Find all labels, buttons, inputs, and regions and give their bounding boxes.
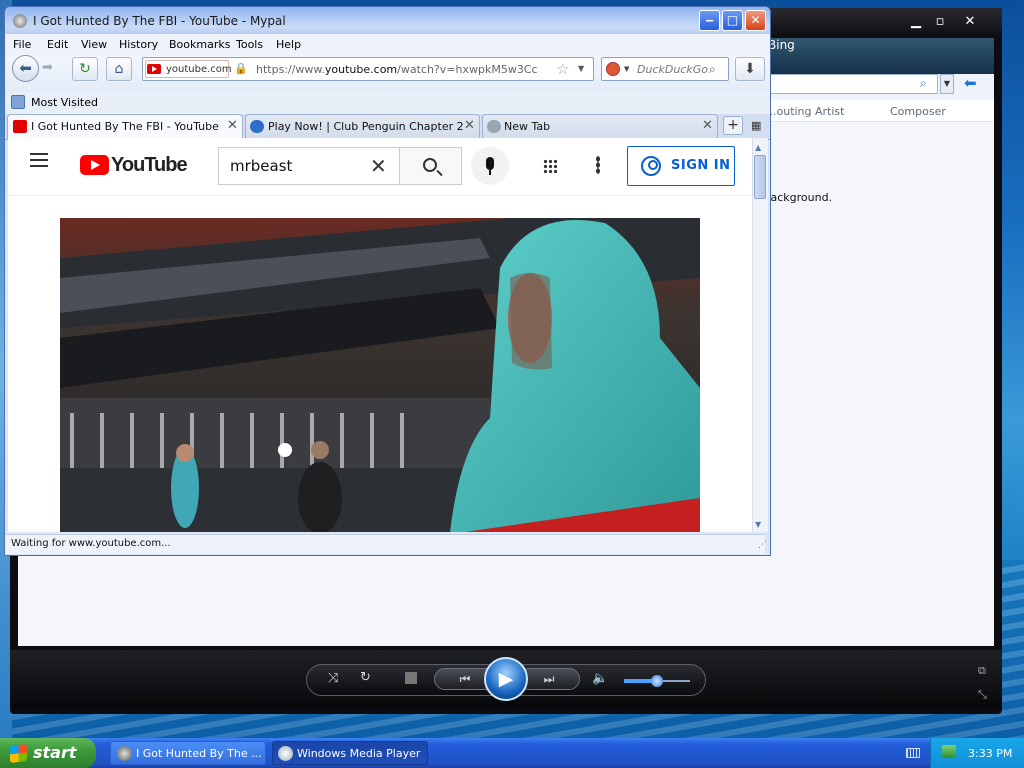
volume-icon[interactable]: 🔈 [592, 671, 608, 686]
youtube-icon [13, 120, 27, 133]
taskbar-item-label: I Got Hunted By The ... [136, 747, 262, 760]
window-title: I Got Hunted By The FBI - YouTube - Mypa… [33, 14, 286, 28]
youtube-favicon-icon [147, 64, 161, 74]
taskbar-item-wmp[interactable]: Windows Media Player [272, 741, 428, 765]
minimize-button[interactable]: ‒ [699, 10, 720, 31]
mypal-icon [13, 14, 27, 28]
tab-youtube[interactable]: I Got Hunted By The FBI - YouTube ✕ [7, 114, 243, 139]
scroll-down-icon[interactable]: ▼ [755, 520, 761, 529]
tab-label: New Tab [504, 120, 551, 133]
bookmark-star-icon[interactable]: ☆ [556, 60, 569, 78]
video-player[interactable] [60, 218, 700, 532]
search-engine-dropdown-icon[interactable]: ▼ [624, 65, 629, 73]
wmp-icon [278, 746, 293, 761]
fullscreen-icon[interactable]: ⤡ [978, 688, 987, 702]
volume-slider-knob[interactable] [651, 675, 663, 687]
chevron-down-icon[interactable]: ▼ [940, 74, 954, 94]
bookmarks-toolbar [5, 92, 770, 114]
penguin-icon [250, 120, 264, 133]
search-engine-placeholder: DuckDuckGo [637, 63, 708, 76]
url-domain: youtube.com [324, 63, 398, 76]
tab-label: Play Now! | Club Penguin Chapter 2 [268, 120, 464, 133]
start-button[interactable]: start [0, 738, 96, 768]
site-identity-label: youtube.com [166, 64, 232, 75]
column-header-contributing-artist[interactable]: ...outing Artist [766, 105, 844, 118]
menu-tools[interactable]: Tools [236, 38, 263, 51]
tab-club-penguin[interactable]: Play Now! | Club Penguin Chapter 2 ✕ [245, 114, 480, 138]
most-visited-bookmark[interactable]: Most Visited [31, 96, 98, 109]
wmp-nav-bing[interactable]: Bing [768, 38, 795, 52]
close-button[interactable]: ✕ [745, 10, 766, 31]
taskbar-item-mypal[interactable]: I Got Hunted By The ... [110, 741, 266, 765]
microphone-icon[interactable] [471, 147, 509, 185]
menu-bookmarks[interactable]: Bookmarks [169, 38, 230, 51]
column-header-composer[interactable]: Composer [890, 105, 946, 118]
youtube-search-button[interactable] [399, 147, 462, 185]
more-options-icon[interactable] [596, 156, 600, 174]
wmp-search-input[interactable] [760, 74, 938, 94]
clear-search-icon[interactable]: ✕ [370, 154, 387, 178]
forward-button[interactable]: ➡ [42, 60, 53, 75]
reload-button[interactable]: ↻ [72, 57, 98, 81]
repeat-icon[interactable]: ↻ [360, 670, 371, 685]
close-tab-icon[interactable]: ✕ [227, 118, 238, 133]
bookmarks-folder-icon [11, 95, 25, 109]
duckduckgo-icon[interactable] [606, 62, 620, 76]
url-path: /watch?v=hxwpkM5w3Cc [397, 63, 538, 76]
mypal-icon [117, 746, 132, 761]
header-divider [8, 195, 752, 196]
shuffle-icon[interactable]: ⤨ [328, 671, 338, 686]
menu-view[interactable]: View [81, 38, 107, 51]
tab-new-tab[interactable]: New Tab ✕ [482, 114, 718, 138]
lock-icon[interactable]: 🔒 [234, 62, 248, 75]
apps-grid-icon[interactable] [543, 159, 558, 174]
url-text[interactable]: https://www.youtube.com/watch?v=hxwpkM5w… [256, 63, 538, 76]
switch-to-library-icon[interactable]: ⧉ [978, 664, 986, 678]
status-text: Waiting for www.youtube.com... [11, 538, 171, 549]
browser-titlebar: I Got Hunted By The FBI - YouTube - Mypa… [5, 7, 770, 35]
wmp-maximize-button[interactable]: ▫ [926, 12, 954, 32]
video-frame-image [60, 218, 700, 532]
hamburger-menu-icon[interactable] [30, 153, 50, 167]
menu-history[interactable]: History [119, 38, 158, 51]
windows-logo-icon [10, 744, 27, 763]
menu-help[interactable]: Help [276, 38, 301, 51]
scrollbar-thumb[interactable] [754, 155, 766, 199]
stop-icon[interactable] [405, 672, 417, 684]
close-tab-icon[interactable]: ✕ [464, 118, 475, 133]
search-icon [423, 158, 437, 172]
network-icon[interactable] [942, 745, 956, 758]
youtube-logo-text[interactable]: YouTube [111, 154, 188, 177]
url-prefix: https://www. [256, 63, 325, 76]
back-arrow-icon[interactable]: ⬅ [964, 74, 977, 92]
back-button[interactable]: ⬅ [12, 55, 39, 82]
menu-edit[interactable]: Edit [47, 38, 68, 51]
clock[interactable]: 3:33 PM [968, 747, 1012, 760]
youtube-search-value[interactable]: mrbeast [230, 157, 292, 175]
maximize-button[interactable]: □ [722, 10, 743, 31]
keyboard-icon[interactable] [906, 748, 920, 758]
taskbar-item-label: Windows Media Player [297, 747, 421, 760]
play-icon[interactable]: ▶ [484, 657, 528, 701]
resize-grip-icon[interactable]: ⋰ [758, 540, 767, 550]
menu-file[interactable]: File [13, 38, 31, 51]
start-label: start [33, 743, 77, 762]
url-dropdown-icon[interactable]: ▼ [578, 64, 584, 73]
youtube-logo-icon[interactable] [80, 155, 109, 175]
tab-label: I Got Hunted By The FBI - YouTube [31, 120, 219, 133]
search-icon[interactable]: ⌕ [920, 76, 927, 91]
download-icon[interactable]: ⬇ [735, 57, 765, 81]
sign-in-label: SIGN IN [671, 158, 731, 173]
close-tab-icon[interactable]: ✕ [702, 118, 713, 133]
search-icon[interactable]: ⌕ [709, 62, 716, 77]
wmp-close-button[interactable]: ✕ [956, 12, 984, 32]
globe-icon [487, 120, 501, 133]
list-all-tabs-icon[interactable]: ▦ [751, 119, 761, 132]
account-icon [641, 156, 661, 176]
scroll-up-icon[interactable]: ▲ [755, 143, 761, 152]
new-tab-button[interactable]: + [723, 116, 743, 135]
home-button[interactable]: ⌂ [106, 57, 132, 81]
